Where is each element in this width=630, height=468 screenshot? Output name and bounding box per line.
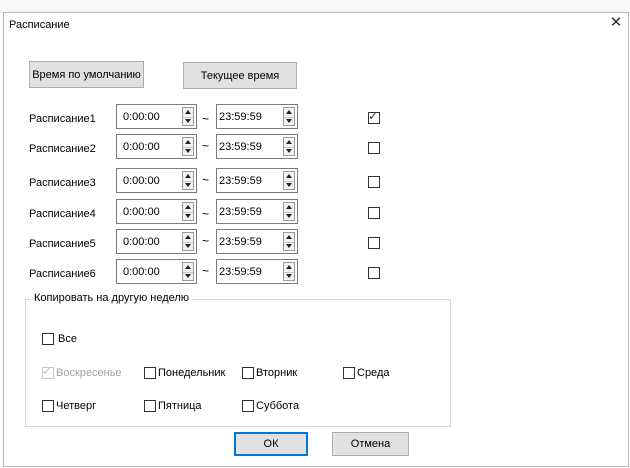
schedule-1-end-value: 23:59:59 [219,111,262,123]
close-icon[interactable]: ✕ [608,14,624,32]
dialog-title: Расписание [9,19,70,31]
copy-day-label-5: Четверг [56,400,97,412]
schedule-5-enable-checkbox[interactable] [368,237,380,249]
copy-all-checkbox[interactable] [42,333,54,345]
schedule-6-end-spinner [283,262,295,281]
copy-day-checkbox-4[interactable] [343,367,355,379]
schedule-5-start-time[interactable]: 0:00:00 [116,229,197,254]
schedule-2-end-spinner [283,137,295,156]
schedule-1-end-time[interactable]: 23:59:59 [216,104,298,129]
time-range-separator: ~ [202,139,210,153]
schedule-2-start-value: 0:00:00 [123,141,160,153]
copy-day-checkbox-7[interactable] [242,400,254,412]
schedule-4-enable-checkbox[interactable] [368,207,380,219]
time-range-separator: ~ [202,264,210,278]
copy-day-checkbox-1: ✓ [42,364,54,379]
spin-down-icon[interactable] [183,272,193,281]
schedule-1-check-mark: ✓ [368,109,379,123]
schedule-4-start-spinner [182,202,194,221]
spin-down-icon[interactable] [183,212,193,221]
schedule-label-5: Расписание5 [29,238,96,250]
copy-day-checkbox-5[interactable] [42,400,54,412]
schedule-1-start-spinner [182,107,194,126]
schedule-3-start-spinner [182,171,194,190]
schedule-label-2: Расписание2 [29,143,96,155]
copy-day-checkbox-3[interactable] [242,367,254,379]
schedule-3-start-value: 0:00:00 [123,175,160,187]
schedule-label-1: Расписание1 [29,113,96,125]
copy-day-label-4: Среда [357,367,390,379]
schedule-3-end-time[interactable]: 23:59:59 [216,168,298,193]
spin-down-icon[interactable] [284,242,294,251]
schedule-5-end-value: 23:59:59 [219,236,262,248]
schedule-6-end-time[interactable]: 23:59:59 [216,259,298,284]
schedule-6-start-value: 0:00:00 [123,266,160,278]
default-time-button-label: Время по умолчанию [32,69,141,81]
schedule-1-start-value: 0:00:00 [123,111,160,123]
schedule-5-start-value: 0:00:00 [123,236,160,248]
schedule-4-end-spinner [283,202,295,221]
spin-down-icon[interactable] [284,117,294,126]
current-time-button[interactable]: Текущее время [183,62,297,89]
spin-down-icon[interactable] [284,147,294,156]
spin-down-icon[interactable] [284,272,294,281]
schedule-label-3: Расписание3 [29,177,96,189]
spin-down-icon[interactable] [183,147,193,156]
schedule-label-4: Расписание4 [29,208,96,220]
time-range-separator: ~ [202,112,210,126]
copy-day-label-1: Воскресенье [56,367,122,379]
schedule-2-enable-checkbox[interactable] [368,142,380,154]
copy-day-checkbox-2[interactable] [144,367,156,379]
schedule-4-end-time[interactable]: 23:59:59 [216,199,298,224]
time-range-separator: ~ [202,207,210,221]
schedule-1-start-time[interactable]: 0:00:00 [116,104,197,129]
copy-all-label: Все [58,333,77,345]
spin-down-icon[interactable] [183,117,193,126]
schedule-3-end-value: 23:59:59 [219,175,262,187]
copy-day-checkbox-6[interactable] [144,400,156,412]
schedule-6-start-time[interactable]: 0:00:00 [116,259,197,284]
schedule-5-end-time[interactable]: 23:59:59 [216,229,298,254]
schedule-2-end-time[interactable]: 23:59:59 [216,134,298,159]
schedule-4-start-value: 0:00:00 [123,206,160,218]
copy-day-label-6: Пятница [158,400,202,412]
time-range-separator: ~ [202,234,210,248]
schedule-3-end-spinner [283,171,295,190]
schedule-6-start-spinner [182,262,194,281]
current-time-button-label: Текущее время [200,70,280,82]
default-time-button[interactable]: Время по умолчанию [29,61,144,88]
copy-day-label-7: Суббота [256,400,300,412]
schedule-1-end-spinner [283,107,295,126]
spin-down-icon[interactable] [284,181,294,190]
copy-week-group-title: Копировать на другую неделю [31,292,193,304]
schedule-label-6: Расписание6 [29,268,96,280]
schedule-2-end-value: 23:59:59 [219,141,262,153]
spin-down-icon[interactable] [284,212,294,221]
schedule-5-start-spinner [182,232,194,251]
time-range-separator: ~ [202,173,210,187]
cancel-button[interactable]: Отмена [332,432,409,456]
schedule-2-start-time[interactable]: 0:00:00 [116,134,197,159]
schedule-4-start-time[interactable]: 0:00:00 [116,199,197,224]
schedule-3-start-time[interactable]: 0:00:00 [116,168,197,193]
schedule-1-enable-checkbox[interactable]: ✓ [368,109,380,124]
schedule-4-end-value: 23:59:59 [219,206,262,218]
cancel-button-label: Отмена [350,438,391,450]
ok-button[interactable]: ОК [234,432,308,456]
spin-down-icon[interactable] [183,181,193,190]
copy-day-1-check-mark: ✓ [42,364,53,378]
schedule-5-end-spinner [283,232,295,251]
schedule-6-end-value: 23:59:59 [219,266,262,278]
copy-day-label-2: Понедельник [158,367,226,379]
copy-day-label-3: Вторник [256,367,298,379]
spin-down-icon[interactable] [183,242,193,251]
schedule-2-start-spinner [182,137,194,156]
schedule-3-enable-checkbox[interactable] [368,176,380,188]
ok-button-label: ОК [263,438,279,450]
schedule-6-enable-checkbox[interactable] [368,267,380,279]
